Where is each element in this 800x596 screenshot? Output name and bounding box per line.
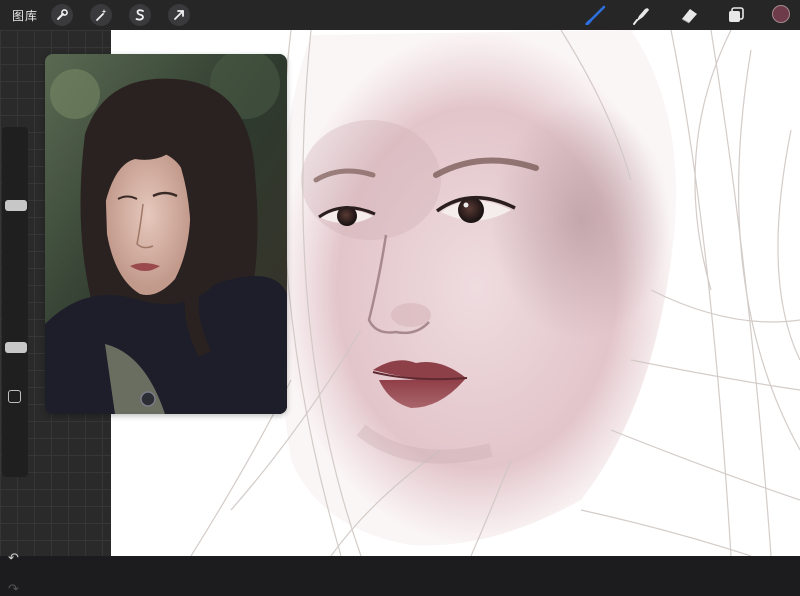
brush-size-slider[interactable]	[5, 199, 27, 211]
smudge-icon	[633, 8, 649, 25]
gallery-button[interactable]: 图库	[12, 7, 38, 24]
magic-wand-icon	[96, 9, 107, 21]
right-eye-highlight	[463, 202, 469, 208]
cheek-shadow	[491, 100, 671, 340]
arrow-cursor-icon	[174, 10, 184, 20]
redo-arrow-icon[interactable]: ↷	[8, 582, 19, 595]
coat-button	[140, 391, 156, 407]
wrench-icon	[57, 9, 68, 20]
layers-icon	[729, 7, 744, 22]
eraser-tool-button[interactable]	[677, 4, 701, 26]
brush-tool-button[interactable]	[584, 4, 608, 26]
reference-photo-window[interactable]	[45, 54, 287, 414]
sidebar: ↶ ↷	[2, 127, 28, 595]
modify-button[interactable]	[8, 390, 21, 403]
transform-button[interactable]	[168, 4, 190, 26]
brush-icon	[585, 5, 606, 25]
reference-photo	[45, 54, 287, 414]
blurred-foliage	[50, 69, 100, 119]
actions-wrench-button[interactable]	[51, 4, 73, 26]
selection-button[interactable]	[129, 4, 151, 26]
layers-button[interactable]	[724, 4, 748, 26]
selection-s-icon	[135, 9, 144, 21]
adjustments-button[interactable]	[90, 4, 112, 26]
opacity-slider[interactable]	[5, 341, 27, 353]
nose-tip-shading	[391, 303, 431, 327]
smudge-tool-button[interactable]	[630, 4, 654, 26]
undo-arrow-icon[interactable]: ↶	[8, 551, 19, 564]
top-toolbar: 图库	[0, 0, 800, 30]
eraser-icon	[681, 9, 697, 24]
color-picker-button[interactable]	[772, 5, 790, 23]
forehead-shadow	[301, 120, 441, 240]
